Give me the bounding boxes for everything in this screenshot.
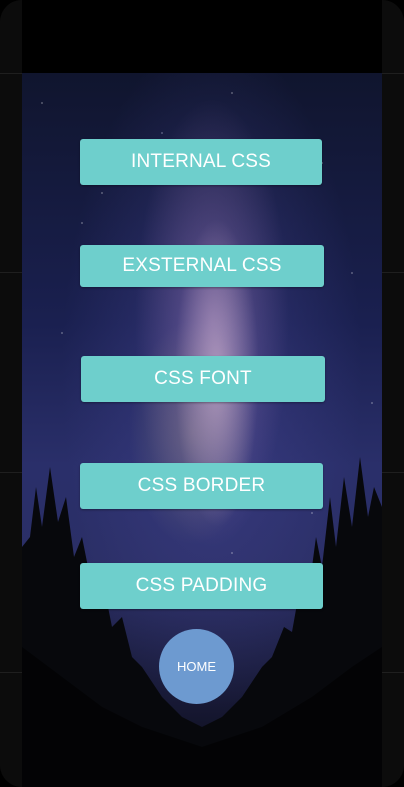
app-screen: INTERNAL CSS EXSTERNAL CSS CSS FONT CSS … (22, 73, 382, 787)
left-bezel (0, 0, 22, 787)
internal-css-button[interactable]: INTERNAL CSS (80, 139, 322, 185)
css-border-button[interactable]: CSS BORDER (80, 463, 323, 509)
css-font-label: CSS FONT (154, 368, 252, 389)
css-padding-button[interactable]: CSS PADDING (80, 563, 323, 609)
bezel-divider (0, 272, 22, 273)
top-bar (22, 0, 382, 73)
bezel-divider (0, 472, 22, 473)
bezel-divider (382, 272, 404, 273)
bezel-divider (0, 73, 22, 74)
external-css-label: EXSTERNAL CSS (122, 255, 282, 276)
right-bezel (382, 0, 404, 787)
device-frame: INTERNAL CSS EXSTERNAL CSS CSS FONT CSS … (0, 0, 404, 787)
css-border-label: CSS BORDER (137, 475, 266, 496)
home-label: HOME (177, 659, 216, 674)
css-padding-label: CSS PADDING (135, 575, 268, 596)
external-css-button[interactable]: EXSTERNAL CSS (80, 245, 324, 287)
bezel-divider (0, 672, 22, 673)
css-font-button[interactable]: CSS FONT (81, 356, 325, 402)
bezel-divider (382, 73, 404, 74)
internal-css-label: INTERNAL CSS (130, 151, 271, 172)
home-button[interactable]: HOME (159, 629, 234, 704)
bezel-divider (382, 672, 404, 673)
bezel-divider (382, 472, 404, 473)
